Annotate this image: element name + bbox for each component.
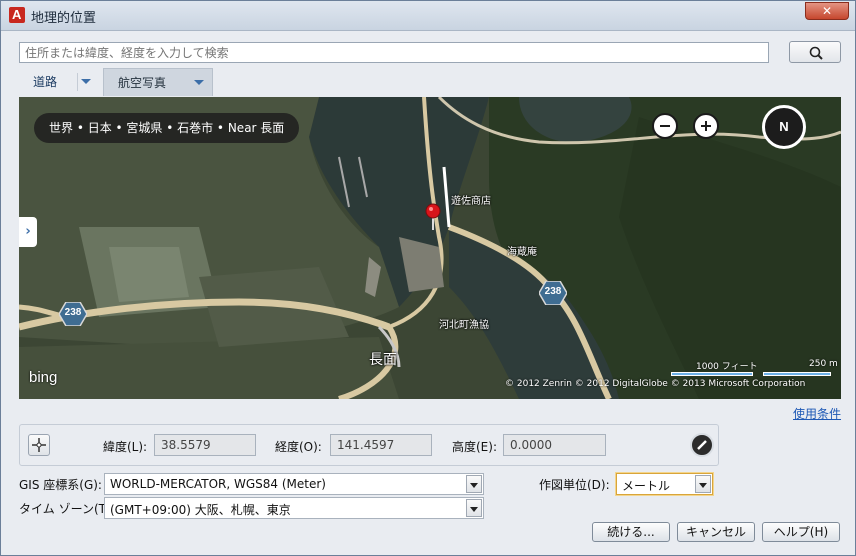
crosshair-icon xyxy=(32,438,46,452)
chevron-down-icon[interactable] xyxy=(466,475,482,493)
longitude-field[interactable]: 141.4597 xyxy=(330,434,432,456)
tab-aerial[interactable]: 航空写真 xyxy=(103,68,213,96)
latitude-label: 緯度(L): xyxy=(103,440,148,454)
time-zone-value: (GMT+09:00) 大阪、札幌、東京 xyxy=(110,503,291,517)
bing-logo: bing xyxy=(29,369,58,386)
tab-road-label: 道路 xyxy=(33,75,58,89)
title-bar: 地理的位置 ✕ xyxy=(1,1,855,31)
compass-button[interactable]: N xyxy=(762,105,806,149)
search-button[interactable] xyxy=(789,41,841,63)
close-button[interactable]: ✕ xyxy=(805,2,849,20)
elevation-label: 高度(E): xyxy=(452,440,497,454)
longitude-label: 経度(O): xyxy=(275,440,322,454)
help-button[interactable]: ヘルプ(H) xyxy=(762,522,840,542)
drawing-units-value: メートル xyxy=(622,479,671,493)
time-zone-select[interactable]: (GMT+09:00) 大阪、札幌、東京 xyxy=(104,497,484,519)
continue-button[interactable]: 続ける... xyxy=(592,522,670,542)
pencil-icon xyxy=(697,440,707,450)
aerial-map[interactable]: 世界 • 日本 • 宮城県 • 石巻市 • Near 長面 N › 238 23… xyxy=(19,97,841,399)
gis-coordinate-label: GIS 座標系(G): xyxy=(19,478,102,492)
map-label-nagatsura: 長面 xyxy=(369,352,397,368)
gis-coordinate-select[interactable]: WORLD-MERCATOR, WGS84 (Meter) xyxy=(104,473,484,495)
gis-coordinate-value: WORLD-MERCATOR, WGS84 (Meter) xyxy=(110,477,326,491)
scale-bar-meters xyxy=(763,372,831,376)
route-number: 238 xyxy=(544,286,562,297)
search-icon xyxy=(809,46,823,60)
map-copyright: © 2012 Zenrin © 2012 DigitalGlobe © 2013… xyxy=(505,379,806,389)
map-label-shop: 遊佐商店 xyxy=(451,196,491,207)
location-pin-icon[interactable] xyxy=(425,203,441,231)
tab-divider xyxy=(77,73,78,91)
chevron-down-icon[interactable] xyxy=(194,80,204,85)
time-zone-label: タイム ゾーン(T): xyxy=(19,502,115,516)
chevron-down-icon[interactable] xyxy=(695,475,711,493)
tab-aerial-label: 航空写真 xyxy=(118,76,167,90)
chevron-down-icon[interactable] xyxy=(81,79,91,84)
tab-road[interactable]: 道路 xyxy=(19,68,103,96)
locate-button[interactable] xyxy=(28,434,50,456)
elevation-field[interactable]: 0.0000 xyxy=(503,434,606,456)
drawing-units-select[interactable]: メートル xyxy=(616,473,713,495)
window-title: 地理的位置 xyxy=(31,11,97,26)
location-breadcrumb: 世界 • 日本 • 宮城県 • 石巻市 • Near 長面 xyxy=(34,113,300,143)
compass-north-label: N xyxy=(779,119,789,134)
coordinates-panel: 緯度(L): 38.5579 経度(O): 141.4597 高度(E): 0.… xyxy=(19,424,719,466)
map-label-kaizo: 海蔵庵 xyxy=(507,247,537,258)
scale-meters-label: 250 m xyxy=(809,359,838,369)
geo-location-dialog: 地理的位置 ✕ 道路 航空写真 xyxy=(0,0,856,556)
autocad-app-icon xyxy=(9,7,25,23)
route-238-badge: 238 xyxy=(58,301,88,327)
route-number: 238 xyxy=(64,307,82,318)
drawing-units-label: 作図単位(D): xyxy=(539,478,610,492)
map-label-fishery: 河北町漁協 xyxy=(439,320,489,331)
search-input[interactable] xyxy=(19,42,769,63)
expand-panel-button[interactable]: › xyxy=(19,217,37,247)
chevron-down-icon[interactable] xyxy=(466,499,482,517)
scale-bar-feet xyxy=(671,372,753,376)
latitude-field[interactable]: 38.5579 xyxy=(154,434,256,456)
zoom-in-button[interactable] xyxy=(693,113,719,139)
route-238-badge: 238 xyxy=(538,280,568,306)
edit-coordinates-button[interactable] xyxy=(690,433,714,457)
zoom-out-button[interactable] xyxy=(652,113,678,139)
scale-feet-label: 1000 フィート xyxy=(696,362,758,372)
terms-of-use-link[interactable]: 使用条件 xyxy=(793,405,841,422)
cancel-button[interactable]: キャンセル xyxy=(677,522,755,542)
